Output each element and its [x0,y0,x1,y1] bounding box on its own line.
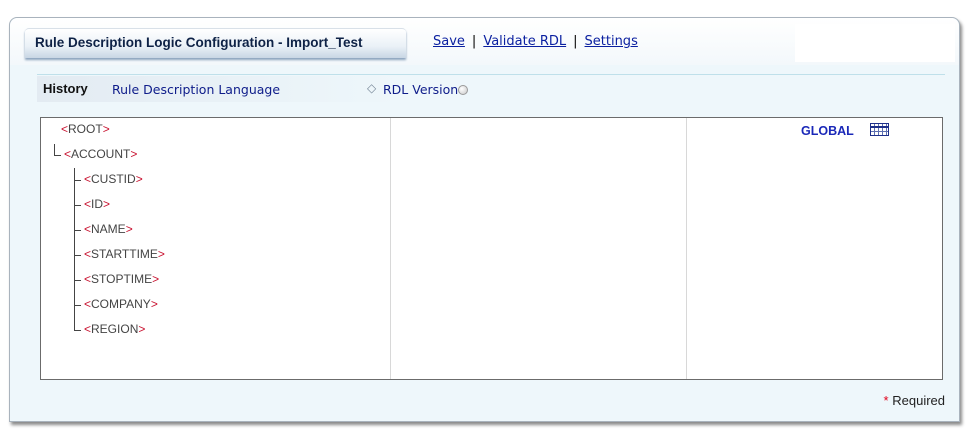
bracket-close: > [150,297,158,311]
tree-connector [74,255,81,256]
tab-rule-description-language[interactable]: Rule Description Language [112,82,280,97]
validate-rdl-link[interactable]: Validate RDL [483,34,566,49]
radio-icon[interactable] [458,85,468,95]
required-label: Required [892,393,945,408]
tree-connector [74,305,81,306]
bracket-open: < [84,172,92,186]
tree-node-root[interactable]: <ROOT> [61,122,110,136]
bracket-close: > [130,147,138,161]
save-link[interactable]: Save [433,34,465,49]
bracket-close: > [102,122,110,136]
tree-connector [74,330,81,331]
tree-node-starttime[interactable]: <STARTTIME> [84,247,165,261]
tree-connector [74,205,81,206]
separator: | [471,34,477,49]
tree-node-custid[interactable]: <CUSTID> [84,172,143,186]
bracket-open: < [61,122,69,136]
bracket-open: < [84,197,92,211]
separator: | [573,34,578,49]
divider [37,74,945,75]
global-scope-label[interactable]: GLOBAL [801,124,854,138]
grid-table-icon[interactable] [870,123,889,136]
node-label: CUSTID [91,172,136,186]
bracket-close: > [157,247,165,261]
tree-connector [74,230,81,231]
bracket-open: < [64,147,72,161]
node-label: NAME [91,222,126,236]
node-label: ROOT [68,122,103,136]
page-title: Rule Description Logic Configuration - I… [35,35,363,50]
bracket-close: > [138,322,146,336]
bracket-close: > [103,197,111,211]
title-tab: Rule Description Logic Configuration - I… [25,28,406,58]
tree-node-company[interactable]: <COMPANY> [84,297,158,311]
column-divider [390,118,391,379]
bracket-open: < [84,222,92,236]
rdl-config-panel: Rule Description Logic Configuration - I… [9,17,960,422]
tree-connector [74,180,81,181]
node-label: STOPTIME [91,272,153,286]
tree-connector [54,155,61,156]
bracket-close: > [125,222,133,236]
bracket-close: > [135,172,143,186]
bracket-open: < [84,297,92,311]
settings-link[interactable]: Settings [585,34,638,49]
tree-node-account[interactable]: <ACCOUNT> [64,147,137,161]
tab-history[interactable]: History [43,81,88,96]
node-label: STARTTIME [91,247,158,261]
bracket-open: < [84,247,92,261]
required-star: * [883,393,889,408]
node-label: ID [91,197,104,211]
bracket-open: < [84,322,92,336]
node-label: COMPANY [91,297,151,311]
tree-connector [74,280,81,281]
bracket-open: < [84,272,92,286]
header-blank-area [795,24,955,62]
bracket-close: > [152,272,160,286]
subtab-bar: History Rule Description Language ◇ RDL … [37,76,945,102]
node-label: ACCOUNT [71,147,131,161]
tree-node-id[interactable]: <ID> [84,197,110,211]
tree-connector [54,144,55,155]
panel-header: Rule Description Logic Configuration - I… [10,18,959,65]
tab-rdl-version[interactable]: RDL Version [383,82,458,97]
column-divider [686,118,687,379]
tree-node-stoptime[interactable]: <STOPTIME> [84,272,159,286]
tree-node-region[interactable]: <REGION> [84,322,145,336]
node-label: REGION [91,322,139,336]
required-note: * Required [884,393,945,408]
tree-node-name[interactable]: <NAME> [84,222,133,236]
action-links: Save | Validate RDL | Settings [433,34,638,49]
diamond-icon: ◇ [367,81,377,95]
rdl-tree-view: <ROOT> <ACCOUNT> <CUSTID> <ID> <NAME> <S… [40,117,943,380]
